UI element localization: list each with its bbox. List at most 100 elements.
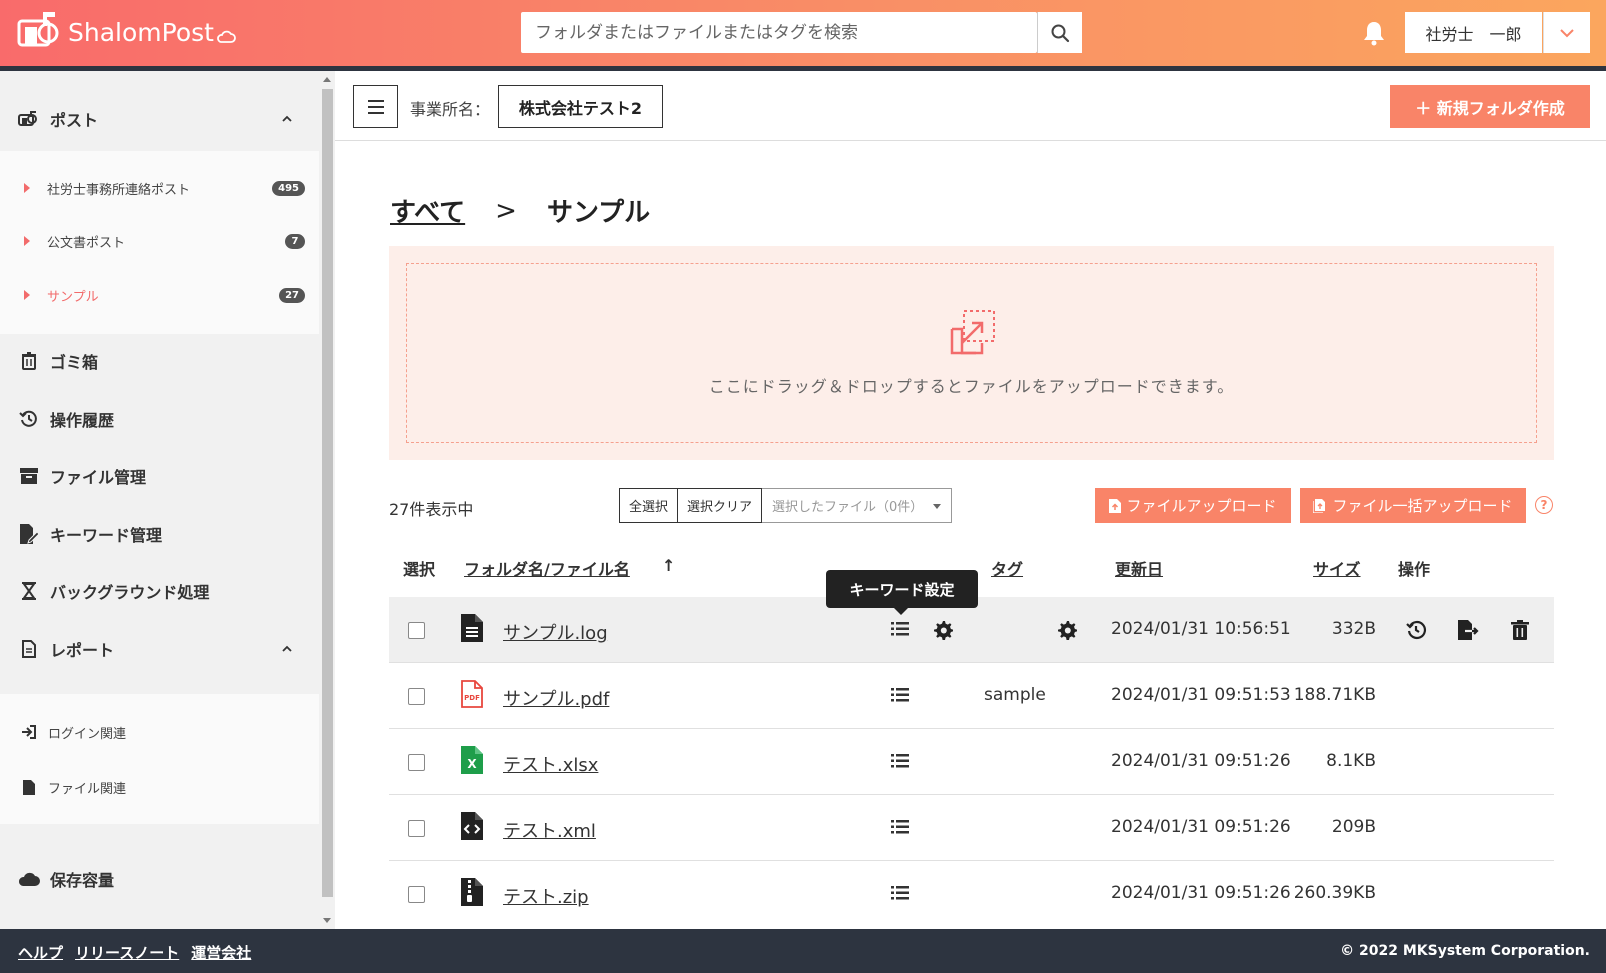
svg-text:PDF: PDF xyxy=(464,694,480,702)
user-menu[interactable]: 社労士 一郎 xyxy=(1405,12,1542,53)
user-dropdown-button[interactable] xyxy=(1543,12,1590,53)
file-name-link[interactable]: テスト.xml xyxy=(503,817,596,843)
file-name-link[interactable]: サンプル.pdf xyxy=(503,685,609,711)
file-name-link[interactable]: サンプル.log xyxy=(503,619,608,645)
list-icon[interactable] xyxy=(891,621,909,637)
chevron-up-icon[interactable] xyxy=(280,642,294,656)
sidebar-scrollbar[interactable] xyxy=(319,71,335,929)
updated-date: 2024/01/31 09:51:26 xyxy=(1111,817,1291,837)
business-label: 事業所名： xyxy=(410,100,491,119)
row-checkbox[interactable] xyxy=(408,688,425,705)
sidebar-item-file-management[interactable]: ファイル管理 xyxy=(0,456,319,496)
row-checkbox[interactable] xyxy=(408,754,425,771)
logo-icon xyxy=(17,12,59,47)
sidebar-item-trash[interactable]: ゴミ箱 xyxy=(0,341,319,381)
file-name-link[interactable]: テスト.zip xyxy=(503,883,589,909)
file-upload-icon xyxy=(1109,498,1122,513)
list-icon[interactable] xyxy=(891,687,909,703)
scrollbar-thumb[interactable] xyxy=(322,89,333,897)
footer-link-release-notes[interactable]: リリースノート xyxy=(75,942,179,963)
bell-icon[interactable] xyxy=(1362,20,1386,46)
count-badge: 7 xyxy=(285,233,305,249)
sidebar-item-login-report[interactable]: ログイン関連 xyxy=(0,706,319,758)
file-export-icon[interactable] xyxy=(1457,619,1479,641)
zip-icon xyxy=(461,878,483,906)
col-header-updated[interactable]: 更新日 xyxy=(1115,556,1163,580)
sidebar-section-report[interactable]: レポート xyxy=(0,629,319,669)
col-header-size[interactable]: サイズ xyxy=(1313,556,1361,580)
help-circle-icon[interactable]: ? xyxy=(1535,496,1553,514)
chevron-down-icon xyxy=(1560,28,1574,37)
dropzone-text: ここにドラッグ＆ドロップするとファイルをアップロードできます。 xyxy=(708,377,1235,396)
search-input[interactable] xyxy=(521,12,1037,53)
sidebar-item-label: ログイン関連 xyxy=(48,726,127,742)
gear-icon[interactable] xyxy=(933,620,953,640)
row-checkbox[interactable] xyxy=(408,820,425,837)
sidebar-item-keyword-management[interactable]: キーワード管理 xyxy=(0,514,319,554)
sidebar-item-label: キーワード管理 xyxy=(50,526,163,545)
bulk-upload-button[interactable]: ファイル一括アップロード xyxy=(1300,488,1526,523)
breadcrumb-current: サンプル xyxy=(546,198,651,228)
new-folder-button[interactable]: ＋ 新規フォルダ作成 xyxy=(1390,85,1590,128)
logo-text: ShalomPost xyxy=(68,17,214,47)
new-folder-label: ＋ 新規フォルダ作成 xyxy=(1415,98,1565,118)
tag-gear-icon[interactable] xyxy=(1057,620,1077,640)
business-name-select[interactable]: 株式会社テスト2 xyxy=(498,85,663,128)
keyword-setting-tooltip: キーワード設定 xyxy=(826,570,978,615)
sidebar-item-label: ゴミ箱 xyxy=(50,353,99,372)
sidebar-item-public-post[interactable]: 公文書ポスト 7 xyxy=(0,215,319,267)
footer-link-company[interactable]: 運営会社 xyxy=(191,942,251,963)
cloud-icon xyxy=(18,868,40,890)
selected-files-dropdown[interactable]: 選択したファイル（0件） xyxy=(762,488,953,523)
col-header-select: 選択 xyxy=(403,560,436,579)
sidebar-item-storage[interactable]: 保存容量 xyxy=(0,859,319,899)
scroll-up-arrow-icon[interactable] xyxy=(323,77,331,82)
table-row[interactable]: X テスト.xlsx 2024/01/31 09:51:26 8.1KB xyxy=(389,729,1554,795)
chevron-up-icon[interactable] xyxy=(280,112,294,126)
select-all-button[interactable]: 全選択 xyxy=(619,488,679,523)
business-name: 株式会社テスト2 xyxy=(518,98,643,118)
app-header: ShalomPost 社労士 一郎 xyxy=(0,0,1606,66)
sidebar-item-history[interactable]: 操作履歴 xyxy=(0,399,319,439)
sidebar-item-background-process[interactable]: バックグラウンド処理 xyxy=(0,571,319,611)
file-size: 8.1KB xyxy=(1326,751,1376,771)
report-submenu: ログイン関連 ファイル関連 xyxy=(0,694,319,824)
col-header-tag[interactable]: タグ xyxy=(991,556,1023,580)
file-upload-button[interactable]: ファイルアップロード xyxy=(1095,488,1291,523)
trash-icon[interactable] xyxy=(1509,619,1531,641)
cloud-mark-icon xyxy=(217,30,236,43)
list-icon[interactable] xyxy=(891,753,909,769)
history-icon[interactable] xyxy=(1405,619,1427,641)
updated-date: 2024/01/31 09:51:26 xyxy=(1111,883,1291,903)
code-file-icon xyxy=(461,812,483,840)
app-footer: ヘルプ リリースノート 運営会社 © 2022 MKSystem Corpora… xyxy=(0,929,1606,973)
breadcrumb-root-link[interactable]: すべて xyxy=(390,192,465,229)
clear-selection-button[interactable]: 選択クリア xyxy=(678,488,763,523)
sort-arrow-icon: ↑ xyxy=(662,556,676,575)
breadcrumb-separator: > xyxy=(495,195,517,226)
table-row[interactable]: PDF サンプル.pdf sample 2024/01/31 09:51:53 … xyxy=(389,663,1554,729)
file-name-link[interactable]: テスト.xlsx xyxy=(503,751,598,777)
row-checkbox[interactable] xyxy=(408,622,425,639)
col-header-name[interactable]: フォルダ名/ファイル名 xyxy=(464,556,630,580)
table-row[interactable]: テスト.zip 2024/01/31 09:51:26 260.39KB xyxy=(389,861,1554,927)
sidebar-item-label: 社労士事務所連絡ポスト xyxy=(47,182,191,198)
sidebar-item-label: 公文書ポスト xyxy=(47,235,126,251)
list-icon[interactable] xyxy=(891,819,909,835)
app-logo[interactable]: ShalomPost xyxy=(16,8,236,56)
bulk-upload-label: ファイル一括アップロード xyxy=(1332,497,1513,515)
sidebar-item-office-post[interactable]: 社労士事務所連絡ポスト 495 xyxy=(0,162,319,214)
scroll-down-arrow-icon[interactable] xyxy=(323,918,331,923)
footer-link-help[interactable]: ヘルプ xyxy=(18,942,63,963)
table-row[interactable]: テスト.xml 2024/01/31 09:51:26 209B xyxy=(389,795,1554,861)
search-button[interactable] xyxy=(1037,12,1082,53)
sidebar-section-post[interactable]: ポスト xyxy=(0,99,319,139)
row-checkbox[interactable] xyxy=(408,886,425,903)
sidebar-item-label: サンプル xyxy=(47,289,99,305)
list-icon[interactable] xyxy=(891,885,909,901)
menu-toggle-button[interactable] xyxy=(353,85,398,128)
sidebar-item-file-report[interactable]: ファイル関連 xyxy=(0,761,319,813)
file-tag: sample xyxy=(984,685,1046,705)
sidebar-item-sample[interactable]: サンプル 27 xyxy=(0,269,319,321)
file-dropzone[interactable]: ここにドラッグ＆ドロップするとファイルをアップロードできます。 xyxy=(406,263,1537,443)
